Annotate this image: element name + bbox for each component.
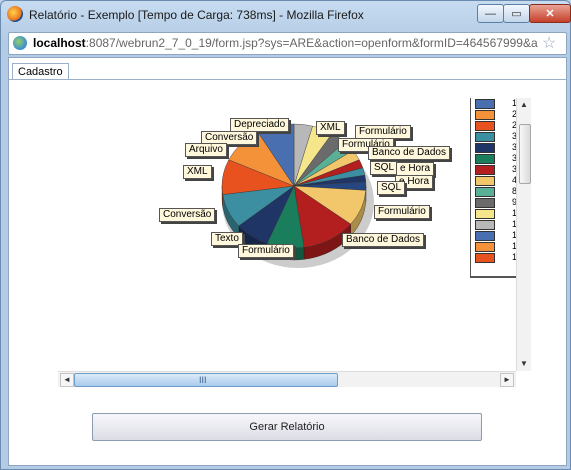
slice-label: Banco de Dados: [368, 146, 450, 160]
scroll-grip-icon: III: [199, 375, 207, 385]
legend-item: 47: [475, 176, 521, 186]
page-content: Cadastro Depreciado XML Formulário Conversã…: [8, 57, 567, 466]
vertical-scrollbar[interactable]: ▲ ▼: [516, 98, 531, 371]
slice-label: Formulário: [238, 244, 294, 258]
browser-window: Relatório - Exemplo [Tempo de Carga: 738…: [0, 0, 571, 470]
maximize-button[interactable]: ▭: [503, 4, 530, 23]
slice-label: Formulário: [374, 205, 430, 219]
scroll-left-button[interactable]: ◄: [60, 373, 74, 387]
chart-legend: 122633343536478496106118145174180: [470, 98, 521, 278]
slice-label: Banco de Dados: [342, 233, 424, 247]
legend-item: 36: [475, 165, 521, 175]
slice-label: Arquivo: [185, 143, 227, 157]
legend-item: 174: [475, 242, 521, 252]
slice-label: Formulário: [355, 125, 411, 139]
firefox-icon: [7, 6, 23, 22]
slice-label: XML: [316, 121, 345, 135]
slice-label: e Hora: [396, 162, 435, 176]
url-bar[interactable]: localhost:8087/webrun2_7_0_19/form.jsp?s…: [8, 32, 567, 55]
report-panel: Depreciado XML Formulário Conversão Formulár…: [58, 98, 531, 388]
legend-item: 96: [475, 198, 521, 208]
window-title: Relatório - Exemplo [Tempo de Carga: 738…: [29, 8, 364, 22]
slice-label: Depreciado: [230, 118, 290, 132]
legend-item: 84: [475, 187, 521, 197]
legend-swatch: [475, 110, 495, 120]
legend-swatch: [475, 143, 495, 153]
legend-swatch: [475, 220, 495, 230]
legend-item: 34: [475, 143, 521, 153]
url-path: :8087/webrun2_7_0_19/form.jsp?sys=ARE&ac…: [85, 36, 538, 50]
scroll-right-button[interactable]: ►: [500, 373, 514, 387]
slice-label: SQL: [370, 161, 399, 175]
legend-item: 145: [475, 231, 521, 241]
legend-swatch: [475, 253, 495, 263]
legend-item: 1: [475, 99, 521, 109]
bookmark-star-icon[interactable]: ☆: [542, 33, 556, 53]
url-host: localhost: [33, 36, 86, 50]
legend-item: 2: [475, 110, 521, 120]
tab-cadastro[interactable]: Cadastro: [12, 63, 69, 80]
horizontal-scrollbar[interactable]: ◄ III ►: [58, 371, 516, 387]
tab-strip: Cadastro: [9, 58, 566, 80]
legend-item: 180: [475, 253, 521, 263]
title-bar[interactable]: Relatório - Exemplo [Tempo de Carga: 738…: [1, 1, 571, 29]
legend-swatch: [475, 99, 495, 109]
legend-swatch: [475, 132, 495, 142]
minimize-button[interactable]: —: [477, 4, 504, 23]
legend-swatch: [475, 187, 495, 197]
site-globe-icon: [13, 36, 27, 50]
legend-item: 35: [475, 154, 521, 164]
legend-item: 118: [475, 220, 521, 230]
scroll-up-button[interactable]: ▲: [517, 98, 531, 112]
legend-swatch: [475, 121, 495, 131]
scroll-down-button[interactable]: ▼: [517, 357, 531, 371]
slice-label: Conversão: [159, 208, 216, 222]
legend-swatch: [475, 176, 495, 186]
slice-label: SQL: [377, 181, 406, 195]
horizontal-scroll-thumb[interactable]: III: [74, 373, 338, 387]
legend-item: 106: [475, 209, 521, 219]
legend-item: 26: [475, 121, 521, 131]
tab-divider: [9, 79, 566, 80]
legend-swatch: [475, 231, 495, 241]
legend-swatch: [475, 209, 495, 219]
generate-report-button[interactable]: Gerar Relatório: [92, 413, 482, 441]
legend-swatch: [475, 242, 495, 252]
slice-label: XML: [183, 165, 212, 179]
legend-swatch: [475, 198, 495, 208]
legend-swatch: [475, 165, 495, 175]
legend-swatch: [475, 154, 495, 164]
url-text[interactable]: localhost:8087/webrun2_7_0_19/form.jsp?s…: [33, 36, 538, 50]
vertical-scroll-thumb[interactable]: [519, 124, 531, 184]
legend-item: 33: [475, 132, 521, 142]
close-button[interactable]: ✕: [529, 4, 571, 23]
